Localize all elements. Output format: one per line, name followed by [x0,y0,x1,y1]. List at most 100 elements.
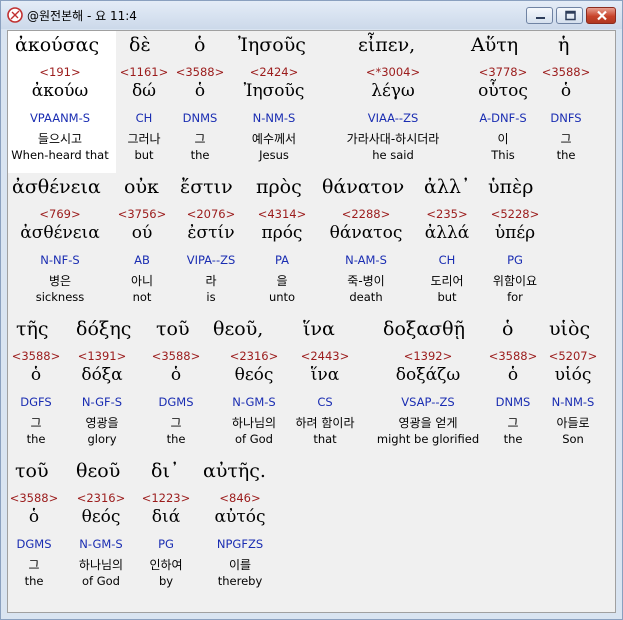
korean-gloss: 이를 [228,558,252,572]
strong-number[interactable]: <5207> [549,349,598,363]
greek-word[interactable]: ἀσθένεια [12,176,101,198]
korean-gloss: 그 [507,416,519,430]
title-bar[interactable]: @원전본해 - 요 11:4 [1,1,622,29]
strong-number[interactable]: <3588> [542,65,591,79]
parse-code: N-AM-S [345,253,387,267]
lemma: αὐτός [214,507,266,527]
strong-number[interactable]: <2424> [250,65,299,79]
strong-number[interactable]: <3588> [489,349,538,363]
greek-word[interactable]: τοῦ [156,318,190,340]
parse-code: DGMS [158,395,194,409]
lemma: διά [151,507,181,527]
korean-gloss: 죽-병이 [347,274,385,288]
korean-gloss: 영광을 얻게 [398,416,458,430]
parse-code: AB [134,253,150,267]
strong-number[interactable]: <1391> [78,349,127,363]
korean-gloss: 그러나 [127,132,161,146]
greek-word[interactable]: ὁ [194,34,205,56]
korean-gloss: 위함이요 [492,274,538,288]
english-gloss: is [206,290,216,304]
strong-number[interactable]: <3588> [10,491,59,505]
parse-code: N-NM-S [551,395,595,409]
greek-word[interactable]: ἡ [558,34,569,56]
greek-word[interactable]: δὲ [129,34,151,56]
strong-number[interactable]: <3778> [479,65,528,79]
greek-word[interactable]: τοῦ [15,460,49,482]
lemma: λέγω [371,81,415,101]
strong-number[interactable]: <1161> [120,65,169,79]
greek-word[interactable]: οὐκ [124,176,159,198]
strong-number[interactable]: <191> [39,65,80,79]
greek-word[interactable]: υἱὸς [549,318,590,340]
english-gloss: not [132,290,152,304]
english-gloss: the [556,148,576,162]
greek-word[interactable]: ὑπὲρ [488,176,533,198]
parse-code: N-NF-S [40,253,80,267]
minimize-button[interactable] [526,7,553,24]
strong-number[interactable]: <235> [426,207,467,221]
greek-word[interactable]: δοξασθῇ [383,318,465,340]
korean-gloss: 하나님의 [231,416,277,430]
english-gloss: for [507,290,523,304]
greek-word[interactable]: Ἰησοῦς [238,34,306,56]
greek-word[interactable]: εἶπεν, [358,34,415,56]
greek-word[interactable]: αὐτῆς. [203,460,266,482]
strong-number[interactable]: <3756> [118,207,167,221]
maximize-button[interactable] [556,7,583,24]
korean-gloss: 가라사대-하시더라 [346,132,440,146]
greek-word[interactable]: δόξης [76,318,131,340]
korean-gloss: 그 [194,132,206,146]
greek-word[interactable]: δι᾽ [151,460,179,482]
strong-number[interactable]: <3588> [12,349,61,363]
verse-line: ἀσθένεια <769> ἀσθένεια N-NF-S 병은 sickness οὐκ… [8,173,615,315]
interlinear-panel[interactable]: ἀκούσας <191> ἀκούω VPAANM-S 들으시고 When-heard … [7,30,616,613]
parse-code: VIAA--ZS [367,111,419,125]
lemma: θεός [234,365,274,385]
strong-number[interactable]: <846> [219,491,260,505]
parse-code: N-GM-S [79,537,123,551]
korean-gloss: 하려 함이라 [295,416,355,430]
strong-number[interactable]: <3588> [176,65,225,79]
greek-word[interactable]: θάνατον [322,176,404,198]
parse-code: CH [438,253,456,267]
strong-number[interactable]: <3588> [152,349,201,363]
strong-number[interactable]: <1223> [142,491,191,505]
greek-word[interactable]: Αὕτη [471,34,518,56]
strong-number[interactable]: <2076> [187,207,236,221]
close-button[interactable] [586,7,616,24]
greek-word[interactable]: ἔστιν [180,176,233,198]
close-icon [597,10,607,21]
greek-word[interactable]: ἀλλ᾽ [424,176,470,198]
strong-number[interactable]: <5228> [491,207,540,221]
lemma: θεός [81,507,121,527]
greek-word[interactable]: τῆς [16,318,49,340]
strong-number[interactable]: <2316> [230,349,279,363]
greek-word[interactable]: πρὸς [256,176,302,198]
greek-word[interactable]: θεοῦ, [213,318,263,340]
parse-code: N-GM-S [232,395,276,409]
english-gloss: Son [562,432,584,446]
strong-number[interactable]: <2316> [77,491,126,505]
english-gloss: the [190,148,210,162]
app-window: @원전본해 - 요 11:4 ἀκούσας <191> ἀκούω VPAANM-S… [0,0,623,620]
greek-word[interactable]: ἵνα [303,318,335,340]
strong-number[interactable]: <*3004> [366,65,420,79]
strong-number[interactable]: <1392> [404,349,453,363]
lemma: οὗτος [478,81,528,101]
lemma: δώ [131,81,157,101]
verse-line: τοῦ <3588> ὁ DGMS 그 the θεοῦ <2316> θεός N-GM-S 하나… [8,457,615,599]
english-gloss: but [134,148,154,162]
english-gloss: glory [87,432,117,446]
english-gloss: unto [268,290,296,304]
korean-gloss: 도리어 [430,274,464,288]
lemma: ἀλλά [424,223,470,243]
strong-number[interactable]: <2288> [342,207,391,221]
greek-word[interactable]: ὁ [502,318,513,340]
strong-number[interactable]: <2443> [301,349,350,363]
greek-word[interactable]: θεοῦ [76,460,120,482]
strong-number[interactable]: <4314> [258,207,307,221]
parse-code: DNFS [550,111,582,125]
strong-number[interactable]: <769> [39,207,80,221]
greek-word[interactable]: ἀκούσας [15,34,99,56]
window-title: @원전본해 - 요 11:4 [27,9,137,23]
